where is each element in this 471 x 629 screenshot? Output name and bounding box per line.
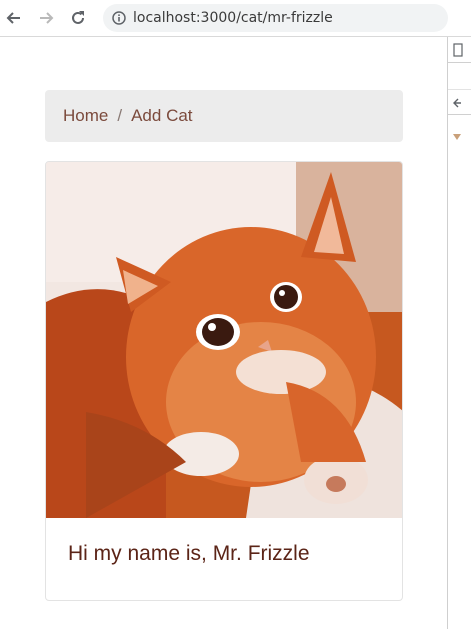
devtools-tab-strip[interactable] [448,37,471,63]
address-bar[interactable]: localhost:3000/cat/mr-frizzle [103,4,448,32]
arrow-right-icon [40,12,54,24]
info-circle-icon[interactable] [111,10,127,26]
devtools-toolbar[interactable] [448,89,471,115]
breadcrumb-item-add-cat: Add Cat [131,106,193,125]
devtools-panel-edge [447,37,471,629]
url-text: localhost:3000/cat/mr-frizzle [133,10,333,26]
cat-card: Hi my name is, Mr. Frizzle [45,161,403,601]
back-arrow-icon [453,98,461,108]
forward-button[interactable] [34,6,58,30]
triangle-down-icon[interactable] [453,133,461,141]
arrow-left-icon [6,12,20,24]
breadcrumb-separator: / [117,106,123,125]
breadcrumb: Home / Add Cat [45,90,403,142]
browser-toolbar: localhost:3000/cat/mr-frizzle [0,0,471,37]
reload-icon [72,11,84,24]
cat-card-title: Hi my name is, Mr. Frizzle [68,542,310,565]
breadcrumb-item-home[interactable]: Home [63,106,108,126]
reload-button[interactable] [66,6,90,30]
back-button[interactable] [2,6,26,30]
device-toggle-icon [453,43,463,57]
kitten-photo [46,162,402,518]
